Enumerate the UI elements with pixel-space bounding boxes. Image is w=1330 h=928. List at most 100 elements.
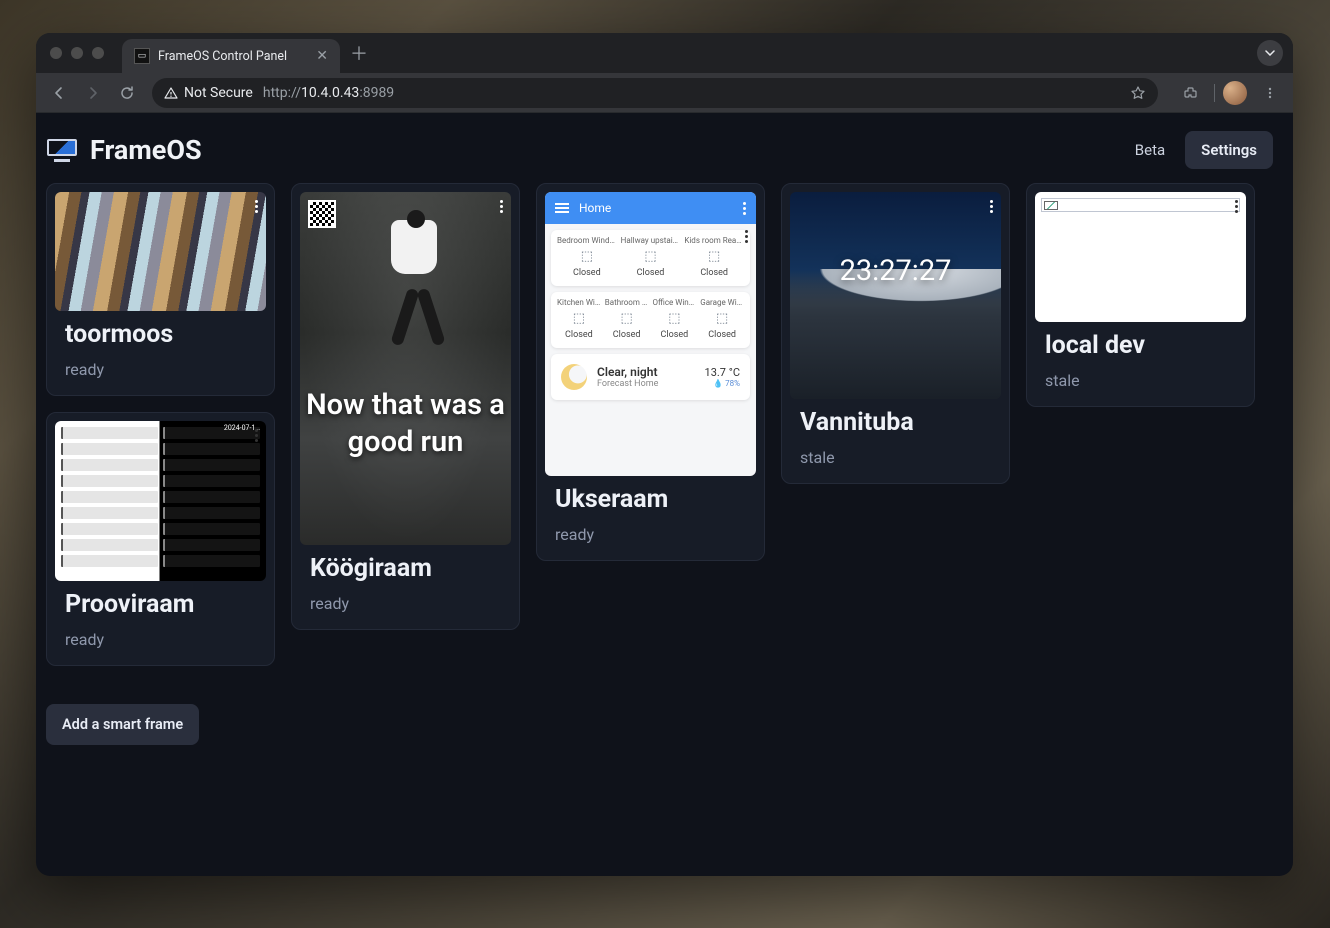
frame-card-vannituba[interactable]: 23:27:27 Vannituba stale xyxy=(781,183,1010,484)
door-icon: ⬚ xyxy=(682,249,746,264)
droplet-icon: 💧 xyxy=(713,379,723,388)
tab-overflow-button[interactable] xyxy=(1257,40,1283,66)
sensor-cell: Kitchen Wind… ⬚ Closed xyxy=(555,298,603,340)
mountain-background xyxy=(790,269,1001,399)
beta-link[interactable]: Beta xyxy=(1125,133,1175,167)
broken-image-icon xyxy=(1044,201,1058,210)
frame-title: local dev xyxy=(1035,332,1246,361)
app-logo[interactable]: FrameOS xyxy=(46,134,202,166)
more-vertical-icon xyxy=(743,202,746,215)
browser-tab-bar: ▭ FrameOS Control Panel ✕ ＋ xyxy=(36,33,1293,73)
add-frame-button[interactable]: Add a smart frame xyxy=(46,704,199,745)
frame-thumbnail[interactable] xyxy=(55,192,266,311)
ha-header: Home xyxy=(545,192,756,224)
runner-figure xyxy=(351,210,461,340)
sensor-cell: Hallway upstairs … ⬚ Closed xyxy=(619,236,683,278)
door-icon: ⬚ xyxy=(603,311,651,326)
frame-card-koogiraam[interactable]: Now that was a good run Köögiraam ready xyxy=(291,183,520,630)
window-minimize-button[interactable] xyxy=(71,47,83,59)
app-header: FrameOS Beta Settings xyxy=(36,113,1293,183)
card-menu-button[interactable] xyxy=(1233,198,1240,215)
settings-button[interactable]: Settings xyxy=(1185,131,1273,169)
moon-icon xyxy=(561,364,587,390)
thumb-caption: Now that was a good run xyxy=(306,387,505,460)
tab-title: FrameOS Control Panel xyxy=(158,49,308,64)
bookmark-button[interactable] xyxy=(1130,85,1146,101)
weather-condition: Clear, night xyxy=(597,365,695,379)
weather-source: Forecast Home xyxy=(597,379,695,389)
sensor-cell: Bedroom Window … ⬚ Closed xyxy=(555,236,619,278)
ha-sensors-card-2: Kitchen Wind… ⬚ Closed Bathroom Wi… ⬚ Cl… xyxy=(551,292,750,348)
tab-close-icon[interactable]: ✕ xyxy=(316,48,328,64)
browser-window: ▭ FrameOS Control Panel ✕ ＋ Not Secure xyxy=(36,33,1293,876)
broken-image-strip xyxy=(1041,198,1240,212)
frame-thumbnail[interactable]: Home Bedroom Window … ⬚ Closed xyxy=(545,192,756,476)
frame-status: stale xyxy=(790,448,1001,469)
toolbar-divider xyxy=(1214,84,1215,102)
frame-card-toormoos[interactable]: toormoos ready xyxy=(46,183,275,396)
frame-status: ready xyxy=(55,360,266,381)
frame-title: Köögiraam xyxy=(300,555,511,584)
new-tab-button[interactable]: ＋ xyxy=(350,40,368,66)
chevron-down-icon xyxy=(1265,50,1275,56)
profile-avatar[interactable] xyxy=(1223,81,1247,105)
frame-title: Vannituba xyxy=(790,409,1001,438)
card-menu-button[interactable] xyxy=(988,198,995,215)
nav-reload-button[interactable] xyxy=(112,78,142,108)
ha-title: Home xyxy=(579,201,611,215)
window-zoom-button[interactable] xyxy=(92,47,104,59)
tab-favicon-icon: ▭ xyxy=(134,48,150,64)
sensor-cell: Office Windo… ⬚ Closed xyxy=(651,298,699,340)
frame-title: Ukseraam xyxy=(545,486,756,515)
frame-thumbnail[interactable]: 23:27:27 xyxy=(790,192,1001,399)
window-close-button[interactable] xyxy=(50,47,62,59)
card-menu-button[interactable] xyxy=(498,198,505,215)
browser-tab[interactable]: ▭ FrameOS Control Panel ✕ xyxy=(122,39,340,73)
card-menu-button[interactable] xyxy=(253,427,260,444)
reload-icon xyxy=(119,85,135,101)
frame-status: stale xyxy=(1035,371,1246,392)
qr-code-icon xyxy=(308,200,336,228)
sensor-cell: Kids room Rear wi… ⬚ Closed xyxy=(682,236,746,278)
address-bar[interactable]: Not Secure http://10.4.0.43:8989 xyxy=(152,78,1158,108)
warning-triangle-icon xyxy=(164,86,178,100)
frames-grid: toormoos ready 2024-07-1… xyxy=(36,183,1293,682)
weather-temperature: 13.7 °C xyxy=(705,366,740,379)
security-status[interactable]: Not Secure xyxy=(164,85,253,101)
nav-back-button[interactable] xyxy=(44,78,74,108)
extensions-button[interactable] xyxy=(1176,78,1206,108)
app-name: FrameOS xyxy=(90,134,202,166)
clock-time: 23:27:27 xyxy=(840,254,952,288)
sensor-cell: Bathroom Wi… ⬚ Closed xyxy=(603,298,651,340)
hamburger-icon xyxy=(555,203,569,213)
door-icon: ⬚ xyxy=(651,311,699,326)
ha-weather-card: Clear, night Forecast Home 13.7 °C 💧 78% xyxy=(551,354,750,400)
frame-card-prooviraam[interactable]: 2024-07-1… Prooviraam ready xyxy=(46,412,275,666)
ha-sensors-card-1: Bedroom Window … ⬚ Closed Hallway upstai… xyxy=(551,230,750,286)
frameos-logo-icon xyxy=(46,138,78,162)
page-content: FrameOS Beta Settings toormoos ready xyxy=(36,113,1293,876)
window-controls[interactable] xyxy=(50,47,104,59)
card-menu-button[interactable] xyxy=(743,228,750,245)
arrow-right-icon xyxy=(85,85,101,101)
more-vertical-icon xyxy=(1263,86,1277,100)
door-icon: ⬚ xyxy=(555,249,619,264)
frame-thumbnail[interactable] xyxy=(1035,192,1246,322)
nav-forward-button[interactable] xyxy=(78,78,108,108)
sensor-cell: Garage Wind… ⬚ Closed xyxy=(698,298,746,340)
frame-thumbnail[interactable]: Now that was a good run xyxy=(300,192,511,545)
arrow-left-icon xyxy=(51,85,67,101)
card-menu-button[interactable] xyxy=(253,198,260,215)
frame-card-localdev[interactable]: local dev stale xyxy=(1026,183,1255,407)
frame-status: ready xyxy=(545,525,756,546)
frame-card-ukseraam[interactable]: Home Bedroom Window … ⬚ Closed xyxy=(536,183,765,561)
not-secure-label: Not Secure xyxy=(184,85,253,101)
door-icon: ⬚ xyxy=(619,249,683,264)
frame-thumbnail[interactable]: 2024-07-1… xyxy=(55,421,266,581)
url-text: http://10.4.0.43:8989 xyxy=(263,85,394,101)
weather-humidity: 78% xyxy=(725,379,740,388)
browser-menu-button[interactable] xyxy=(1255,78,1285,108)
frame-status: ready xyxy=(55,630,266,651)
frame-title: toormoos xyxy=(55,321,266,350)
door-icon: ⬚ xyxy=(698,311,746,326)
